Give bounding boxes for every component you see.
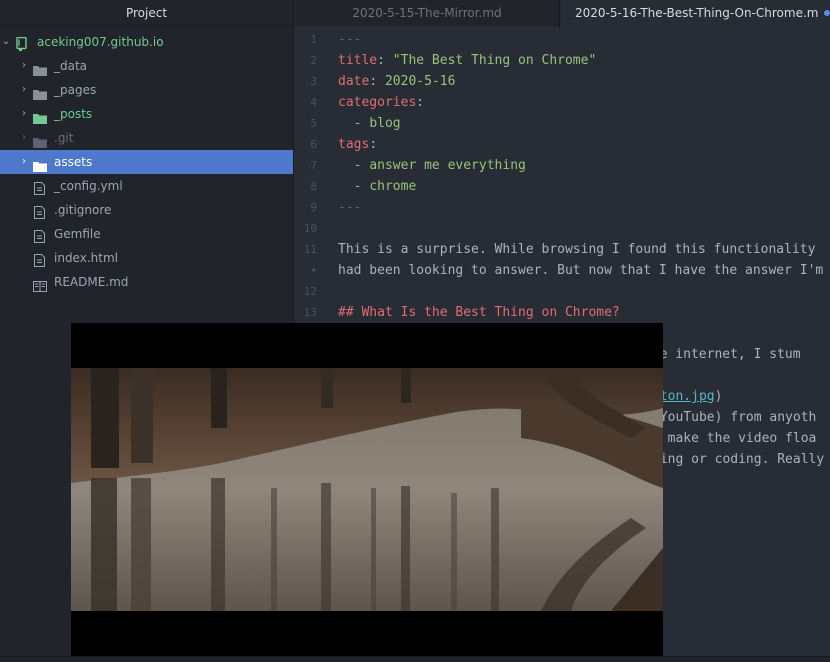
tree-item-pages[interactable]: › _pages [0,78,293,102]
line-number: • [310,264,317,277]
code-line: tags: [338,137,378,152]
line-number: 12 [303,285,317,298]
status-bar [0,656,830,662]
tree-item-label: .git [54,131,74,145]
tree-item-label: Gemfile [54,227,101,241]
code-line: n make the video floa [652,431,817,446]
picture-in-picture-video[interactable] [71,323,663,656]
tree-item-index[interactable]: index.html [0,246,293,270]
line-number: 6 [310,138,317,151]
tree-item-label: .gitignore [54,203,112,217]
code-line: ging or coding. Really [652,452,825,467]
line-number: 8 [310,180,317,193]
yaml-string: chrome [369,179,417,194]
tab-best-thing-on-chrome[interactable]: 2020-5-16-The-Best-Thing-On-Chrome.m [561,0,830,28]
yaml-key: title [338,53,378,68]
yaml-key: tags [338,137,370,152]
tree-item-label: _data [54,59,88,73]
chevron-down-icon[interactable]: ⌄ [0,30,12,54]
line-number: 13 [303,306,317,319]
code-line: This is a surprise. While browsing I fou… [338,242,816,257]
tree-root-item[interactable]: ⌄ aceking007.github.io [0,30,293,54]
code-line: the internet, I stum [644,347,801,362]
tree-root-label: aceking007.github.io [37,35,164,49]
chevron-right-icon[interactable]: › [18,54,30,78]
code-line: --- [338,32,362,47]
code-line: - answer me everything [338,158,526,173]
yaml-string: answer me everything [369,158,526,173]
tree-item-label: assets [54,155,93,169]
tab-label: 2020-5-16-The-Best-Thing-On-Chrome.m [575,6,819,20]
code-line: categories: [338,95,425,110]
chevron-right-icon[interactable]: › [18,150,30,174]
line-number: 4 [310,96,317,109]
code-line: - chrome [338,179,417,194]
code-line: had been looking to answer. But now that… [338,263,824,278]
tree-item-gemfile[interactable]: Gemfile [0,222,293,246]
chevron-right-icon[interactable]: › [18,78,30,102]
tree-item-config[interactable]: _config.yml [0,174,293,198]
tree-item-data[interactable]: › _data [0,54,293,78]
project-tree: ⌄ aceking007.github.io › _data › _pages … [0,26,293,294]
tree-item-posts[interactable]: › _posts [0,102,293,126]
code-text: ) [714,389,723,404]
tree-item-label: README.md [54,275,129,289]
yaml-key: date [338,74,370,89]
code-line: - blog [338,116,401,131]
line-number: 10 [303,222,317,235]
chevron-right-icon[interactable]: › [18,102,30,126]
tree-item-label: index.html [54,251,118,265]
tree-item-label: _config.yml [54,179,123,193]
video-frame [71,368,663,611]
line-number: 1 [310,33,317,46]
tree-view-header: Project [0,0,293,26]
tree-item-readme[interactable]: README.md [0,270,293,294]
line-number: 3 [310,75,317,88]
yaml-string: blog [369,116,401,131]
yaml-string: 2020-5-16 [384,74,456,89]
tab-mirror[interactable]: 2020-5-15-The-Mirror.md [295,0,560,27]
line-number: 9 [310,201,317,214]
tree-item-assets[interactable]: › assets [0,150,293,174]
tree-item-label: _pages [54,83,97,97]
code-line: --- [338,200,362,215]
line-number: 11 [303,243,317,256]
book-icon [33,276,47,300]
tree-item-label: _posts [54,107,93,121]
tab-bar: 2020-5-15-The-Mirror.md 2020-5-16-The-Be… [295,0,830,28]
modified-dot-icon[interactable] [824,9,830,16]
line-number: 7 [310,159,317,172]
code-line: title: "The Best Thing on Chrome" [338,53,597,68]
tree-item-gitignore[interactable]: .gitignore [0,198,293,222]
tab-label: 2020-5-15-The-Mirror.md [352,6,502,20]
yaml-key: categories [338,95,417,110]
code-line: date: 2020-5-16 [338,74,456,89]
code-line: (YouTube) from anyoth [652,410,817,425]
tree-item-git[interactable]: › .git [0,126,293,150]
line-number: 5 [310,117,317,130]
line-number: 2 [310,54,317,67]
yaml-string: "The Best Thing on Chrome" [392,53,597,68]
markdown-heading: ## What Is the Best Thing on Chrome? [338,305,620,320]
chevron-right-icon[interactable]: › [18,126,30,150]
